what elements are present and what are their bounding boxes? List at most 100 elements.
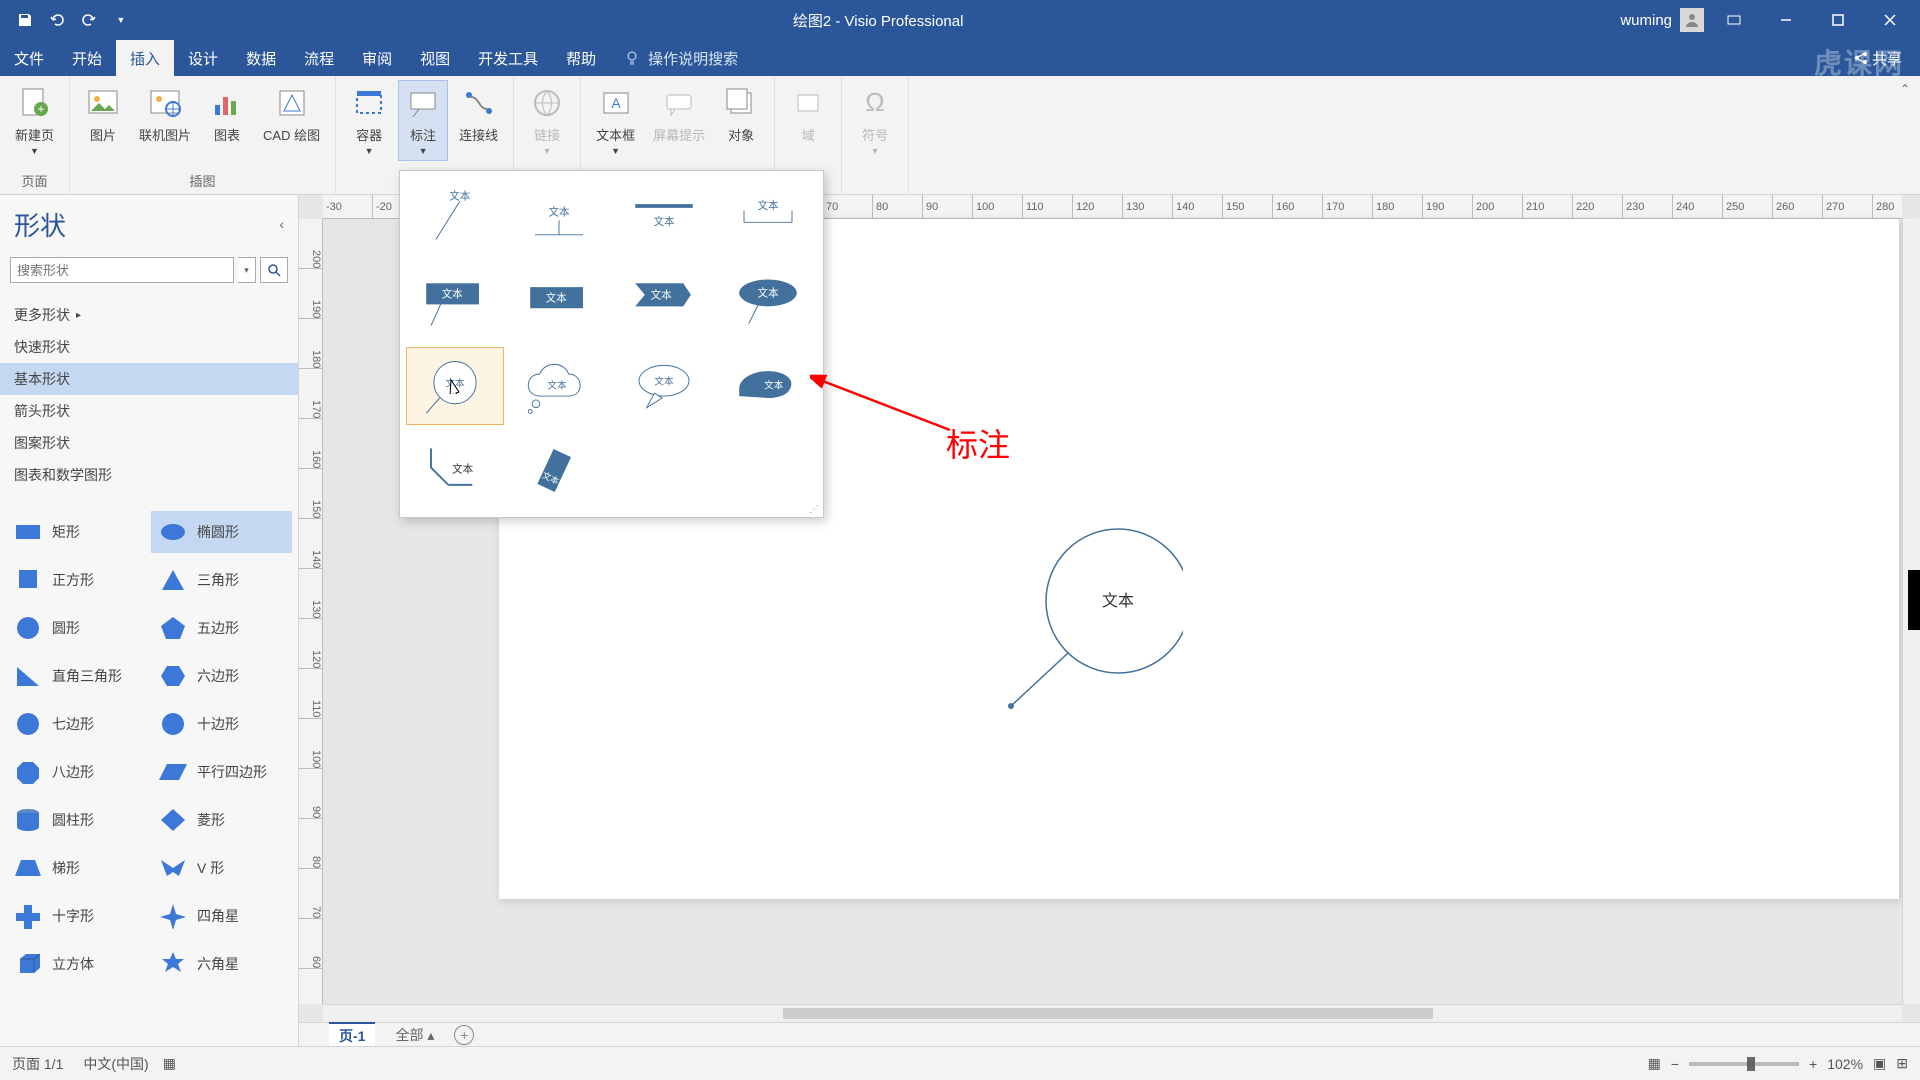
- shape-正方形[interactable]: 正方形: [6, 559, 147, 601]
- category-箭头形状[interactable]: 箭头形状: [0, 395, 298, 427]
- redo-button[interactable]: [74, 5, 104, 35]
- add-page-button[interactable]: +: [454, 1025, 474, 1045]
- shape-梯形[interactable]: 梯形: [6, 847, 147, 889]
- zoom-in-button[interactable]: +: [1809, 1056, 1817, 1072]
- qat-dropdown[interactable]: ▼: [106, 5, 136, 35]
- callout-option-3[interactable]: 文本: [719, 179, 817, 257]
- callout-text: 文本: [1102, 592, 1134, 610]
- ribbon-标注[interactable]: 标注▼: [398, 80, 448, 161]
- shape-grid: 矩形椭圆形正方形三角形圆形五边形直角三角形六边形七边形十边形八边形平行四边形圆柱…: [0, 497, 298, 999]
- shapes-search-input[interactable]: [10, 257, 234, 283]
- shape-五边形[interactable]: 五边形: [151, 607, 292, 649]
- title-bar: ▼ 绘图2 - Visio Professional wuming: [0, 0, 1920, 40]
- ribbon-容器[interactable]: 容器▼: [344, 80, 394, 161]
- svg-text:文本: 文本: [549, 206, 571, 219]
- ribbon-options-button[interactable]: [1712, 5, 1756, 35]
- shape-八边形[interactable]: 八边形: [6, 751, 147, 793]
- shape-六角星[interactable]: 六角星: [151, 943, 292, 985]
- shape-椭圆形[interactable]: 椭圆形: [151, 511, 292, 553]
- ribbon-文本框[interactable]: A文本框▼: [589, 80, 642, 161]
- macro-record-icon[interactable]: ▦: [163, 1055, 176, 1072]
- horizontal-scrollbar[interactable]: [323, 1004, 1902, 1022]
- callout-option-5[interactable]: 文本: [510, 263, 608, 341]
- category-快速形状[interactable]: 快速形状: [0, 331, 298, 363]
- callout-option-1[interactable]: 文本: [510, 179, 608, 257]
- tab-设计[interactable]: 设计: [174, 40, 232, 76]
- page-tab-all[interactable]: 全部 ▴: [395, 1025, 434, 1045]
- callout-option-9[interactable]: 文本: [510, 347, 608, 425]
- callout-option-2[interactable]: 文本: [615, 179, 713, 257]
- tab-流程[interactable]: 流程: [290, 40, 348, 76]
- user-avatar-icon[interactable]: [1680, 8, 1704, 32]
- shapes-search-button[interactable]: [260, 257, 288, 283]
- ribbon-连接线[interactable]: 连接线: [452, 80, 505, 149]
- pan-zoom-button[interactable]: ⊞: [1896, 1055, 1908, 1072]
- tab-视图[interactable]: 视图: [406, 40, 464, 76]
- tab-插入[interactable]: 插入: [116, 40, 174, 76]
- tab-文件[interactable]: 文件: [0, 40, 58, 76]
- shape-十边形[interactable]: 十边形: [151, 703, 292, 745]
- shapes-panel-title: 形状: [14, 206, 279, 243]
- tab-开始[interactable]: 开始: [58, 40, 116, 76]
- ribbon-图片[interactable]: 图片: [78, 80, 128, 149]
- undo-button[interactable]: [42, 5, 72, 35]
- callout-option-13[interactable]: 文本: [510, 431, 608, 509]
- shape-直角三角形[interactable]: 直角三角形: [6, 655, 147, 697]
- tab-帮助[interactable]: 帮助: [552, 40, 610, 76]
- shape-七边形[interactable]: 七边形: [6, 703, 147, 745]
- search-icon: [267, 263, 281, 277]
- ribbon-对象[interactable]: 对象: [716, 80, 766, 149]
- zoom-out-button[interactable]: −: [1671, 1056, 1679, 1072]
- shape-菱形[interactable]: 菱形: [151, 799, 292, 841]
- shape-三角形[interactable]: 三角形: [151, 559, 292, 601]
- callout-option-12[interactable]: 文本: [406, 431, 504, 509]
- category-图表和数学图形[interactable]: 图表和数学图形: [0, 459, 298, 491]
- shape-四角星[interactable]: 四角星: [151, 895, 292, 937]
- ribbon-域: 域: [783, 80, 833, 149]
- shape-圆柱形[interactable]: 圆柱形: [6, 799, 147, 841]
- maximize-button[interactable]: [1816, 5, 1860, 35]
- callout-shape[interactable]: 文本: [1003, 526, 1183, 716]
- gallery-resize-grip[interactable]: ⋰: [809, 504, 819, 515]
- tell-me-search[interactable]: 操作说明搜索: [610, 40, 738, 76]
- tab-数据[interactable]: 数据: [232, 40, 290, 76]
- category-图案形状[interactable]: 图案形状: [0, 427, 298, 459]
- svg-text:文本: 文本: [764, 379, 784, 391]
- status-page: 页面 1/1: [12, 1054, 63, 1074]
- save-button[interactable]: [10, 5, 40, 35]
- callout-option-10[interactable]: 文本: [615, 347, 713, 425]
- tab-开发工具[interactable]: 开发工具: [464, 40, 552, 76]
- shape-V 形[interactable]: V 形: [151, 847, 292, 889]
- shape-矩形[interactable]: 矩形: [6, 511, 147, 553]
- close-button[interactable]: [1868, 5, 1912, 35]
- minimize-button[interactable]: [1764, 5, 1808, 35]
- shape-立方体[interactable]: 立方体: [6, 943, 147, 985]
- shapes-collapse-button[interactable]: ‹: [279, 216, 284, 232]
- callout-option-7[interactable]: 文本: [719, 263, 817, 341]
- callout-option-8[interactable]: 文本: [406, 347, 504, 425]
- callout-option-6[interactable]: 文本: [615, 263, 713, 341]
- shape-圆形[interactable]: 圆形: [6, 607, 147, 649]
- document-title: 绘图2 - Visio Professional: [136, 10, 1620, 31]
- shape-六边形[interactable]: 六边形: [151, 655, 292, 697]
- fit-page-button[interactable]: ▣: [1873, 1055, 1886, 1072]
- side-tab[interactable]: [1908, 570, 1920, 630]
- callout-option-4[interactable]: 文本: [406, 263, 504, 341]
- callout-option-11[interactable]: 文本: [719, 347, 817, 425]
- shape-平行四边形[interactable]: 平行四边形: [151, 751, 292, 793]
- ribbon-CAD 绘图[interactable]: CAD 绘图: [256, 80, 327, 149]
- callout-option-0[interactable]: 文本: [406, 179, 504, 257]
- category-基本形状[interactable]: 基本形状: [0, 363, 298, 395]
- presentation-mode-icon[interactable]: ▦: [1648, 1055, 1661, 1072]
- shape-十字形[interactable]: 十字形: [6, 895, 147, 937]
- tab-审阅[interactable]: 审阅: [348, 40, 406, 76]
- lightbulb-icon: [624, 50, 640, 66]
- shapes-search-dropdown[interactable]: ▾: [238, 257, 256, 283]
- svg-text:文本: 文本: [757, 287, 779, 300]
- page-tab-current[interactable]: 页-1: [329, 1022, 375, 1048]
- zoom-slider[interactable]: [1689, 1062, 1799, 1066]
- ribbon-联机图片[interactable]: 联机图片: [132, 80, 198, 149]
- category-更多形状[interactable]: 更多形状 ▸: [0, 299, 298, 331]
- ribbon-新建页[interactable]: +新建页▼: [8, 80, 61, 161]
- ribbon-图表[interactable]: 图表: [202, 80, 252, 149]
